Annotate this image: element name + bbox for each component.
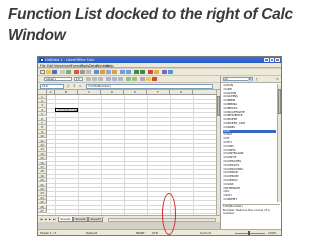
menu-edit[interactable]: Edit bbox=[47, 64, 53, 68]
font-size-select[interactable]: 10 bbox=[74, 76, 83, 82]
calc-window: Untitled 1 - LibreOffice Calc File Edit … bbox=[37, 56, 282, 236]
column-header-c[interactable]: C bbox=[78, 90, 101, 95]
open-folder-icon[interactable] bbox=[46, 69, 51, 75]
font-name-select[interactable]: Albany bbox=[44, 76, 72, 82]
first-sheet-icon[interactable]: |◀ bbox=[39, 218, 43, 222]
sum-icon[interactable]: Σ bbox=[72, 84, 76, 88]
align-right-icon[interactable] bbox=[118, 76, 123, 82]
function-wizard-icon[interactable]: ƒ bbox=[66, 84, 70, 88]
spreadsheet-grid[interactable]: A B C D E F G 1 2 3 4 5 6 7 8 9 10 11 12 13 14 15 16 17 1… bbox=[38, 90, 220, 215]
menu-tools[interactable]: Tools bbox=[81, 64, 89, 68]
formula-icon[interactable]: = bbox=[78, 84, 82, 88]
background-color-icon[interactable] bbox=[146, 76, 151, 82]
menu-help[interactable]: Help bbox=[106, 64, 114, 68]
highlight-ellipse bbox=[162, 193, 176, 235]
borders-icon[interactable] bbox=[140, 76, 145, 82]
function-description: COS(Number) Number: Returns the cosine o… bbox=[222, 203, 280, 228]
minimize-button[interactable] bbox=[264, 57, 269, 63]
standard-toolbar bbox=[38, 68, 281, 76]
align-center-icon[interactable] bbox=[112, 76, 117, 82]
status-page-style[interactable]: Default bbox=[86, 231, 97, 235]
chart-icon[interactable] bbox=[148, 69, 153, 75]
paste-icon[interactable] bbox=[112, 69, 117, 75]
sheet-tab-3[interactable]: Sheet3 bbox=[88, 216, 103, 223]
export-pdf-icon[interactable] bbox=[74, 69, 79, 75]
status-sum: Sum=0 bbox=[200, 231, 212, 235]
copy-icon[interactable] bbox=[106, 69, 111, 75]
zoom-slider[interactable] bbox=[235, 231, 265, 235]
redo-icon[interactable] bbox=[126, 69, 131, 75]
function-list-panel: All ▼ ƒ × CLEAN CODE COLUMN COLUMNS COMBIN CO… bbox=[220, 75, 281, 229]
column-header-f[interactable]: F bbox=[147, 90, 170, 95]
window-controls bbox=[264, 57, 280, 63]
zoom-slider-knob[interactable] bbox=[248, 231, 250, 235]
help-icon[interactable] bbox=[168, 69, 173, 75]
close-icon[interactable]: × bbox=[275, 77, 279, 81]
undo-icon[interactable] bbox=[120, 69, 125, 75]
italic-icon[interactable] bbox=[92, 76, 97, 82]
align-left-icon[interactable] bbox=[106, 76, 111, 82]
spellcheck-icon[interactable] bbox=[94, 69, 99, 75]
save-icon[interactable] bbox=[52, 69, 57, 75]
status-insert-mode[interactable]: INSRT bbox=[136, 231, 145, 235]
menu-file[interactable]: File bbox=[40, 64, 46, 68]
edit-file-icon[interactable] bbox=[66, 69, 71, 75]
category-value: All bbox=[224, 77, 229, 81]
scrollbar-thumb[interactable] bbox=[278, 89, 281, 114]
new-document-icon[interactable] bbox=[40, 69, 45, 75]
maximize-button[interactable] bbox=[269, 57, 275, 63]
formula-input[interactable]: =COS(Number) bbox=[86, 84, 213, 89]
cut-icon[interactable] bbox=[100, 69, 105, 75]
currency-icon[interactable] bbox=[126, 76, 131, 82]
column-header-e[interactable]: E bbox=[124, 90, 147, 95]
status-sheet: Sheet 1 / 3 bbox=[40, 231, 57, 235]
function-panel-toolbar: All ▼ ƒ × bbox=[221, 75, 281, 83]
column-header-d[interactable]: D bbox=[101, 90, 124, 95]
status-bar: Sheet 1 / 3 Default INSRT STD Sum=0 100% bbox=[38, 229, 281, 235]
formula-bar: C10 ƒ Σ = =COS(Number) bbox=[38, 83, 220, 90]
name-box[interactable]: C10 bbox=[40, 84, 64, 89]
chevron-down-icon[interactable]: ▼ bbox=[248, 78, 252, 82]
close-button[interactable] bbox=[275, 57, 280, 63]
next-sheet-icon[interactable]: ▶ bbox=[48, 218, 52, 222]
function-list-scrollbar[interactable] bbox=[277, 84, 281, 202]
sheet-tab-1[interactable]: Sheet1 bbox=[58, 216, 73, 223]
sheet-tab-2[interactable]: Sheet2 bbox=[73, 216, 88, 223]
function-description-text: Number: Returns the cosine of a number. bbox=[222, 207, 270, 216]
column-header-g[interactable]: G bbox=[170, 90, 193, 95]
slide-title: Function List docked to the right of Cal… bbox=[8, 6, 293, 44]
print-preview-icon[interactable] bbox=[86, 69, 91, 75]
active-cell[interactable]: =COS(Number) bbox=[55, 107, 78, 112]
column-header-a[interactable]: A bbox=[47, 90, 55, 95]
insert-function-icon[interactable]: ƒ bbox=[255, 77, 259, 81]
find-icon[interactable] bbox=[154, 69, 159, 75]
sort-ascending-icon[interactable] bbox=[134, 69, 139, 75]
calc-app-icon bbox=[39, 58, 44, 62]
last-sheet-icon[interactable]: ▶| bbox=[53, 218, 57, 222]
function-category-select[interactable]: All ▼ bbox=[222, 77, 253, 82]
print-icon[interactable] bbox=[80, 69, 85, 75]
status-selection-mode[interactable]: STD bbox=[152, 231, 158, 235]
slide: Function List docked to the right of Cal… bbox=[0, 0, 320, 240]
underline-icon[interactable] bbox=[98, 76, 103, 82]
row-header[interactable]: 27 bbox=[38, 208, 47, 214]
function-list[interactable]: CLEAN CODE COLUMN COLUMNS COMBIN COMBINA COMPL… bbox=[222, 84, 276, 202]
column-header-b[interactable]: B bbox=[55, 90, 78, 95]
navigator-icon[interactable] bbox=[162, 69, 167, 75]
font-color-icon[interactable] bbox=[152, 76, 157, 82]
formatting-toolbar: Albany 10 bbox=[38, 75, 220, 83]
menu-view[interactable]: View bbox=[54, 64, 62, 68]
sheet-tab-bar: |◀ ◀ ▶ ▶| Sheet1 Sheet2 Sheet3 bbox=[38, 215, 220, 223]
bold-icon[interactable] bbox=[86, 76, 91, 82]
window-title: Untitled 1 - LibreOffice Calc bbox=[45, 57, 95, 62]
prev-sheet-icon[interactable]: ◀ bbox=[44, 218, 48, 222]
sort-descending-icon[interactable] bbox=[140, 69, 145, 75]
menubar: File Edit View Insert Format Tools Data … bbox=[38, 63, 281, 68]
status-zoom[interactable]: 100% bbox=[268, 231, 277, 235]
function-list-item[interactable]: CUMIPMT bbox=[223, 197, 276, 202]
percent-icon[interactable] bbox=[132, 76, 137, 82]
email-icon[interactable] bbox=[60, 69, 65, 75]
